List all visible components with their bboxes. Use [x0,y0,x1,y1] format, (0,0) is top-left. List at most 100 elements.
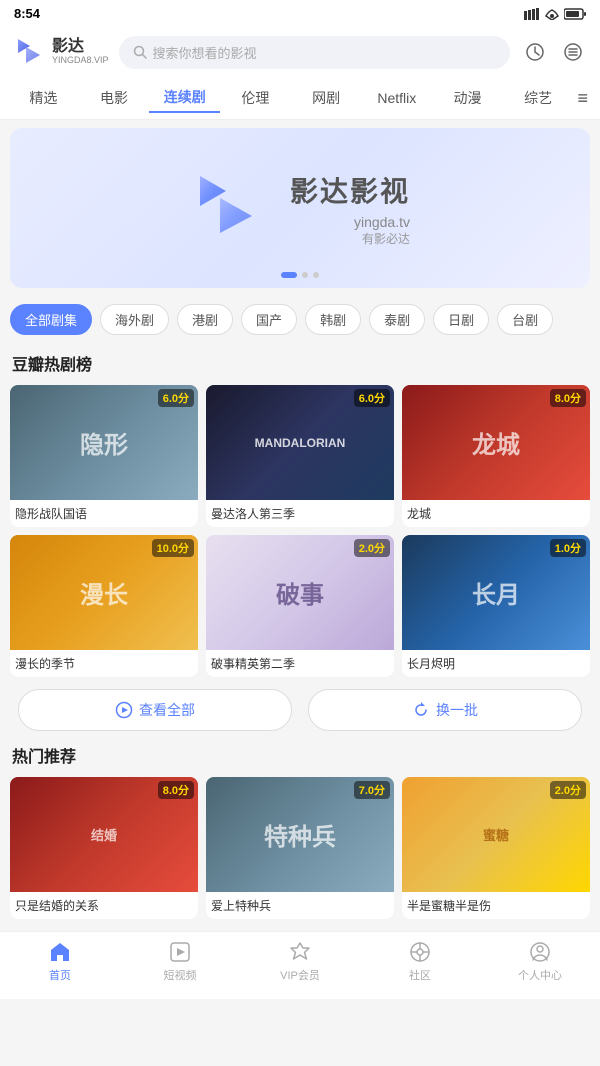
movie-score-3: 8.0分 [550,389,586,407]
home-icon [48,940,72,964]
movie-title-6: 长月烬明 [402,650,590,677]
banner-title: 影达影视 [290,170,410,210]
filter-cn[interactable]: 国产 [241,304,297,335]
banner-dot-2 [302,272,308,278]
hot-movie-card-2[interactable]: 特种兵 7.0分 爱上特种兵 [206,777,394,919]
profile-icon [528,940,552,964]
status-bar: 8:54 [0,0,600,27]
search-bar[interactable]: 搜索你想看的影视 [119,36,510,69]
movie-score-6: 1.0分 [550,539,586,557]
banner-dot-3 [313,272,319,278]
header-icons [520,37,588,67]
movie-score-4: 10.0分 [152,539,194,557]
tab-netflix[interactable]: Netflix [361,86,432,110]
hot-movie-grid: 结婚 8.0分 只是结婚的关系 特种兵 7.0分 爱上特种兵 蜜糖 2.0分 半… [10,777,590,919]
hot-score-1: 8.0分 [158,781,194,799]
hot-score-3: 2.0分 [550,781,586,799]
logo-sub-text: YINGDA8.VIP [52,56,109,66]
logo-text: 影达 YINGDA8.VIP [52,38,109,65]
nav-community-label: 社区 [409,967,431,983]
filter-tags: 全部剧集 海外剧 港剧 国产 韩剧 泰剧 日剧 台剧 [0,296,600,343]
tab-dongman[interactable]: 动漫 [432,84,503,112]
search-placeholder: 搜索你想看的影视 [153,43,257,62]
logo-main-text: 影达 [52,38,109,56]
tab-dianying[interactable]: 电影 [79,84,150,112]
community-icon [408,940,432,964]
movie-title-2: 曼达洛人第三季 [206,500,394,527]
vip-icon [288,940,312,964]
hot-title-1: 只是结婚的关系 [10,892,198,919]
nav-vip[interactable]: VIP会员 [240,940,360,983]
banner-url: yingda.tv [290,214,410,230]
banner-dot-1 [281,272,297,278]
douban-movie-grid: 隐形 6.0分 隐形战队国语 MANDALORIAN 6.0分 曼达洛人第三季 … [10,385,590,677]
movie-score-2: 6.0分 [354,389,390,407]
nav-shortvideo[interactable]: 短视频 [120,940,240,983]
nav-home[interactable]: 首页 [0,940,120,983]
movie-card-1[interactable]: 隐形 6.0分 隐形战队国语 [10,385,198,527]
movie-card-3[interactable]: 龙城 8.0分 龙城 [402,385,590,527]
view-all-label: 查看全部 [139,700,195,720]
banner-text-area: 影达影视 yingda.tv 有影必达 [290,170,410,247]
movie-title-5: 破事精英第二季 [206,650,394,677]
tab-lunli[interactable]: 伦理 [220,84,291,112]
filter-overseas[interactable]: 海外剧 [100,304,169,335]
tab-wangju[interactable]: 网剧 [291,84,362,112]
logo-area: 影达 YINGDA8.VIP [12,35,109,69]
nav-profile[interactable]: 个人中心 [480,940,600,983]
nav-tabs: 精选 电影 连续剧 伦理 网剧 Netflix 动漫 综艺 ≡ [0,77,600,120]
tab-lianxuju[interactable]: 连续剧 [149,83,220,113]
refresh-icon [412,701,430,719]
filter-all[interactable]: 全部剧集 [10,304,92,335]
hot-title-2: 爱上特种兵 [206,892,394,919]
nav-community[interactable]: 社区 [360,940,480,983]
movie-card-2[interactable]: MANDALORIAN 6.0分 曼达洛人第三季 [206,385,394,527]
tab-jingxuan[interactable]: 精选 [8,84,79,112]
shortvideo-icon [168,940,192,964]
hot-movie-card-1[interactable]: 结婚 8.0分 只是结婚的关系 [10,777,198,919]
banner[interactable]: 影达影视 yingda.tv 有影必达 [10,128,590,288]
banner-dots [281,272,319,278]
hot-section: 热门推荐 结婚 8.0分 只是结婚的关系 特种兵 7.0分 爱上特种兵 蜜糖 2… [0,743,600,919]
view-all-button[interactable]: 查看全部 [18,689,292,731]
nav-more-icon[interactable]: ≡ [574,88,593,109]
nav-shortvideo-label: 短视频 [164,967,197,983]
filter-hk[interactable]: 港剧 [177,304,233,335]
nav-profile-label: 个人中心 [518,967,562,983]
douban-section-title: 豆瓣热剧榜 [10,351,590,375]
bottom-nav: 首页 短视频 VIP会员 社区 个人中心 [0,931,600,999]
movie-card-6[interactable]: 长月 1.0分 长月烬明 [402,535,590,677]
banner-slogan: 有影必达 [290,230,410,247]
douban-section: 豆瓣热剧榜 隐形 6.0分 隐形战队国语 MANDALORIAN 6.0分 曼达… [0,351,600,677]
banner-content: 影达影视 yingda.tv 有影必达 [190,168,410,248]
hot-movie-card-3[interactable]: 蜜糖 2.0分 半是蜜糖半是伤 [402,777,590,919]
app-logo-icon [12,35,46,69]
movie-card-5[interactable]: 破事 2.0分 破事精英第二季 [206,535,394,677]
status-icons [524,8,586,20]
filter-jp[interactable]: 日剧 [433,304,489,335]
movie-title-4: 漫长的季节 [10,650,198,677]
hot-score-2: 7.0分 [354,781,390,799]
filter-tw[interactable]: 台剧 [497,304,553,335]
hot-title-3: 半是蜜糖半是伤 [402,892,590,919]
menu-button[interactable] [558,37,588,67]
filter-th[interactable]: 泰剧 [369,304,425,335]
banner-logo-icon [190,168,270,248]
filter-kr[interactable]: 韩剧 [305,304,361,335]
tab-zongyi[interactable]: 综艺 [503,84,574,112]
search-icon [133,45,147,59]
header: 影达 YINGDA8.VIP 搜索你想看的影视 [0,27,600,77]
movie-score-5: 2.0分 [354,539,390,557]
refresh-label: 换一批 [436,700,478,720]
nav-vip-label: VIP会员 [280,967,320,983]
history-button[interactable] [520,37,550,67]
refresh-button[interactable]: 换一批 [308,689,582,731]
movie-title-3: 龙城 [402,500,590,527]
action-buttons: 查看全部 换一批 [10,689,590,731]
hot-section-title: 热门推荐 [10,743,590,767]
movie-score-1: 6.0分 [158,389,194,407]
play-circle-icon [115,701,133,719]
movie-title-1: 隐形战队国语 [10,500,198,527]
movie-card-4[interactable]: 漫长 10.0分 漫长的季节 [10,535,198,677]
status-time: 8:54 [14,6,40,21]
